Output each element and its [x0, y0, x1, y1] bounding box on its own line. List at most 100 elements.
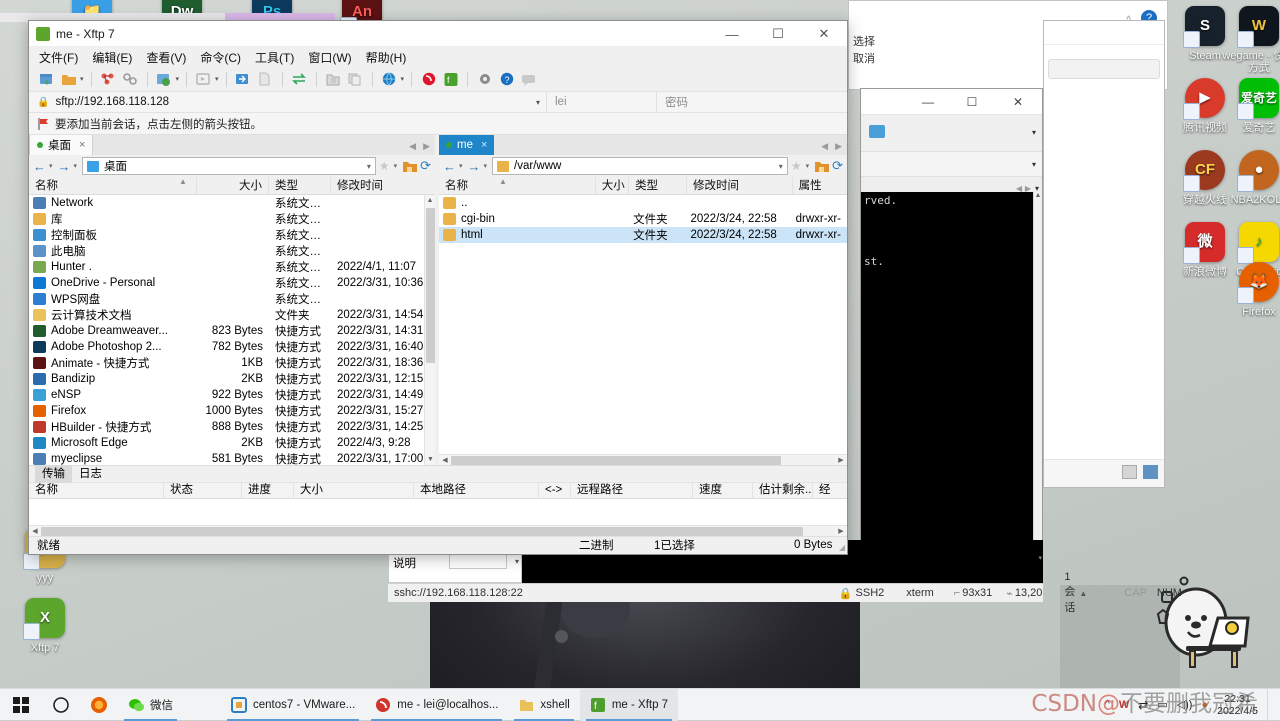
caret-down-icon[interactable]: ▾	[367, 162, 371, 171]
caret-down-icon[interactable]: ▾	[515, 557, 519, 566]
taskbar-app-xftp[interactable]: f me - Xftp 7	[579, 688, 679, 721]
open-folder-icon[interactable]	[59, 70, 78, 89]
scroll-thumb[interactable]	[426, 208, 436, 363]
xfer-col-progress[interactable]: 进度	[242, 482, 294, 499]
table-row[interactable]: Firefox 1000 Bytes 快捷方式 2022/3/31, 15:27	[29, 403, 435, 419]
caret-down-icon[interactable]: ▾	[49, 162, 53, 170]
xftp-icon[interactable]: f	[441, 70, 460, 89]
remote-home-button[interactable]	[814, 159, 830, 173]
taskbar-clock[interactable]: 22:31 2022/4/5	[1217, 693, 1258, 717]
wps-icon[interactable]: W	[1119, 699, 1129, 711]
menu-view[interactable]: 查看(V)	[146, 49, 186, 66]
local-column-headers[interactable]: 名称 大小 类型 修改时间 ▲	[29, 176, 436, 195]
xshell-close-button[interactable]: ✕	[996, 89, 1040, 115]
table-row[interactable]: 控制面板 系统文件夹	[29, 227, 435, 243]
panel-icon[interactable]	[1122, 465, 1137, 479]
remote-forward-button[interactable]: →	[468, 159, 481, 174]
log-tab[interactable]: 日志	[72, 466, 109, 483]
table-row[interactable]: Microsoft Edge 2KB 快捷方式 2022/4/3, 9:28	[29, 435, 435, 451]
background-white-window-field[interactable]	[1048, 59, 1160, 79]
remote-col-name[interactable]: 名称	[439, 176, 596, 195]
xftp-toolbar[interactable]: + ▾ ▾ ▾ ▾ f ?	[29, 67, 847, 91]
menu-file[interactable]: 文件(F)	[39, 49, 78, 66]
remote-refresh-button[interactable]: ⟳	[832, 158, 843, 174]
remote-col-type[interactable]: 类型	[629, 176, 688, 195]
scroll-left-icon[interactable]: ◀	[439, 456, 451, 464]
remote-col-modified[interactable]: 修改时间	[687, 176, 793, 195]
table-row[interactable]: Bandizip 2KB 快捷方式 2022/3/31, 12:15	[29, 371, 435, 387]
menu-command[interactable]: 命令(C)	[200, 49, 241, 66]
sync-browse-icon[interactable]	[155, 70, 174, 89]
maximize-button[interactable]: ☐	[755, 21, 801, 47]
search-circle-icon[interactable]	[42, 689, 80, 721]
local-file-list[interactable]: Network 系统文件夹库系统文件夹 控制面板 系统文件夹 此电脑 系统文件夹 Hunte…	[29, 195, 436, 465]
caret-down-icon[interactable]: ▾	[459, 162, 463, 170]
local-col-size[interactable]: 大小	[197, 176, 269, 195]
local-tabbar[interactable]: 桌面 × ◀ ▶	[29, 135, 436, 155]
scroll-thumb[interactable]	[451, 455, 781, 465]
show-desktop-button[interactable]	[1267, 688, 1274, 721]
table-row[interactable]: Animate - 快捷方式 1KB 快捷方式 2022/3/31, 18:36	[29, 355, 435, 371]
xshell-titlebar[interactable]: — ☐ ✕	[861, 89, 1042, 115]
xshell-toolbar[interactable]: ▾	[861, 115, 1042, 151]
local-bookmark-icon[interactable]: ★	[378, 159, 391, 173]
password-field[interactable]: 密码	[657, 92, 847, 112]
remote-path-input[interactable]: /var/www ▾	[492, 157, 788, 175]
remote-file-list[interactable]: .. cgi-bin 文件夹 2022/3/24, 22:58 drwxr-xr-htm…	[439, 195, 847, 454]
transfer-in-icon[interactable]	[234, 70, 253, 89]
table-row[interactable]: Adobe Photoshop 2... 782 Bytes 快捷方式 2022/3/…	[29, 339, 435, 355]
remote-col-attr[interactable]: 属性	[793, 177, 847, 195]
taskbar-firefox-icon[interactable]	[80, 689, 118, 721]
new-session-icon[interactable]: +	[37, 70, 56, 89]
caret-down-icon[interactable]: ▾	[484, 162, 488, 170]
username-field[interactable]: lei	[547, 92, 657, 112]
transfer-horizontal-scrollbar[interactable]: ◀ ▶	[29, 525, 847, 536]
local-home-button[interactable]	[402, 159, 418, 173]
menu-window[interactable]: 窗口(W)	[308, 49, 351, 66]
close-button[interactable]: ✕	[801, 21, 847, 47]
scroll-right-icon[interactable]: ▶	[835, 456, 847, 464]
table-row[interactable]: Adobe Dreamweaver... 823 Bytes 快捷方式 2022/3/…	[29, 323, 435, 339]
table-row[interactable]: OneDrive - Personal 系统文件夹 2022/3/31, 10:36	[29, 275, 435, 291]
caret-down-icon[interactable]: ▾	[1032, 128, 1036, 137]
caret-down-icon[interactable]: ▾	[1032, 160, 1036, 169]
xfer-col-elapsed[interactable]: 经	[813, 482, 839, 499]
transfer-column-headers[interactable]: 名称 状态 进度 大小 本地路径 <-> 远程路径 速度 估计剩余... 经	[29, 482, 847, 499]
local-refresh-button[interactable]: ⟳	[420, 158, 431, 174]
xftp-address-row[interactable]: 🔒 sftp://192.168.118.128 ▾ lei 密码	[29, 91, 847, 113]
volume-icon[interactable]: ◁))	[1177, 698, 1193, 711]
remote-column-headers[interactable]: 名称 大小 类型 修改时间 属性 ▲	[439, 176, 847, 195]
local-path-row[interactable]: ← ▾ → ▾ 桌面 ▾ ★ ▾ ⟳	[29, 155, 436, 177]
transfer-tab[interactable]: 传输	[35, 465, 72, 483]
scroll-right-icon[interactable]: ▶	[835, 527, 847, 535]
link-icon[interactable]	[121, 70, 140, 89]
transfer-list-body[interactable]	[29, 499, 847, 525]
windows-start-button[interactable]	[0, 689, 42, 721]
scroll-thumb[interactable]	[41, 526, 803, 536]
table-row[interactable]: html 文件夹 2022/3/24, 22:58 drwxr-xr-	[439, 227, 847, 243]
caret-down-icon[interactable]: ▾	[394, 162, 398, 170]
caret-down-icon[interactable]: ▾	[806, 162, 810, 170]
background-white-window[interactable]	[1043, 20, 1165, 488]
remote-back-button[interactable]: ←	[443, 159, 456, 174]
xfer-col-name[interactable]: 名称	[29, 482, 164, 499]
caret-down-icon[interactable]: ▾	[401, 75, 405, 83]
table-row[interactable]: ..	[439, 195, 847, 211]
chevron-up-icon[interactable]: ^	[1105, 699, 1110, 710]
local-col-type[interactable]: 类型	[269, 176, 331, 195]
local-tab-nav[interactable]: ◀ ▶	[409, 141, 430, 152]
background-option-cancel[interactable]: 取消	[853, 50, 875, 66]
caret-down-icon[interactable]: ▾	[176, 75, 180, 83]
xshell-maximize-button[interactable]: ☐	[950, 89, 994, 115]
taskbar-app-vmware[interactable]: centos7 - VMware...	[221, 689, 365, 721]
caret-down-icon[interactable]: ▾	[779, 162, 783, 171]
remote-col-size[interactable]: 大小	[596, 176, 630, 195]
network-icon[interactable]: ⇄	[1138, 698, 1148, 712]
caret-down-icon[interactable]: ▾	[74, 162, 78, 170]
remote-tab-nav[interactable]: ◀ ▶	[821, 141, 842, 152]
xftp-titlebar[interactable]: me - Xftp 7 — ☐ ✕	[29, 21, 847, 47]
xshell-icon[interactable]	[419, 70, 438, 89]
disconnect-icon[interactable]	[99, 70, 118, 89]
scroll-track[interactable]	[451, 455, 835, 465]
xfer-col-speed[interactable]: 速度	[693, 482, 753, 499]
